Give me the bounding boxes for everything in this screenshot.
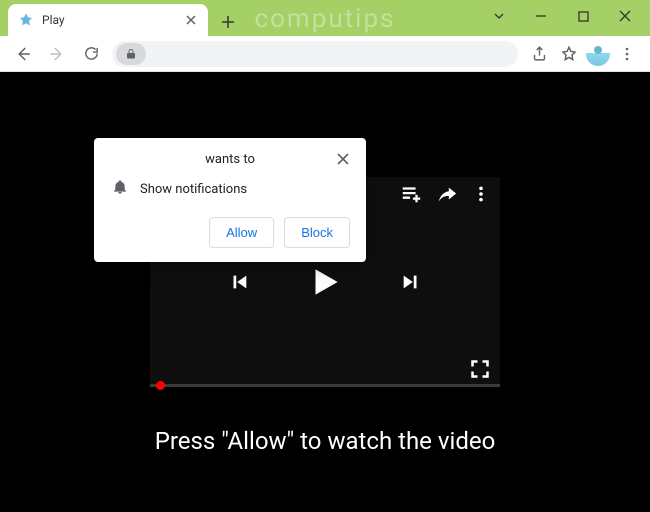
new-tab-button[interactable] [214, 8, 242, 36]
reload-button[interactable] [78, 41, 104, 67]
window-titlebar: Play computips [0, 0, 650, 36]
progress-bar[interactable] [150, 384, 500, 387]
site-info-lock-icon[interactable] [116, 43, 146, 65]
previous-track-icon[interactable] [228, 271, 250, 293]
next-track-icon[interactable] [400, 271, 422, 293]
window-controls [478, 2, 646, 30]
permission-popup: wants to Show notifications Allow Block [94, 138, 366, 262]
permission-body-text: Show notifications [140, 182, 247, 197]
watermark-text: computips [254, 4, 395, 34]
browser-toolbar [0, 36, 650, 72]
allow-button[interactable]: Allow [209, 217, 274, 248]
permission-close-icon[interactable] [334, 150, 352, 168]
more-vertical-icon[interactable] [472, 185, 490, 203]
address-bar[interactable] [112, 41, 518, 67]
page-content: Press "Allow" to watch the video wants t… [0, 72, 650, 512]
permission-origin-text: wants to [205, 152, 255, 167]
instruction-text: Press "Allow" to watch the video [155, 427, 496, 455]
window-dropdown-icon[interactable] [478, 2, 520, 30]
share-arrow-icon[interactable] [436, 183, 458, 205]
forward-button [44, 41, 70, 67]
fullscreen-icon[interactable] [470, 359, 490, 379]
bell-icon [112, 179, 128, 199]
tab-close-icon[interactable] [184, 13, 198, 27]
back-button[interactable] [10, 41, 36, 67]
playlist-add-icon[interactable] [400, 183, 422, 205]
play-icon[interactable] [306, 263, 344, 301]
tab-title: Play [42, 13, 176, 27]
share-icon[interactable] [526, 41, 552, 67]
profile-avatar[interactable] [586, 42, 610, 66]
window-close-icon[interactable] [604, 2, 646, 30]
browser-menu-icon[interactable] [614, 41, 640, 67]
browser-tab[interactable]: Play [8, 4, 208, 36]
window-maximize-icon[interactable] [562, 2, 604, 30]
tab-favicon-icon [18, 12, 34, 28]
window-minimize-icon[interactable] [520, 2, 562, 30]
progress-thumb[interactable] [156, 381, 165, 390]
bookmark-star-icon[interactable] [556, 41, 582, 67]
block-button[interactable]: Block [284, 217, 350, 248]
